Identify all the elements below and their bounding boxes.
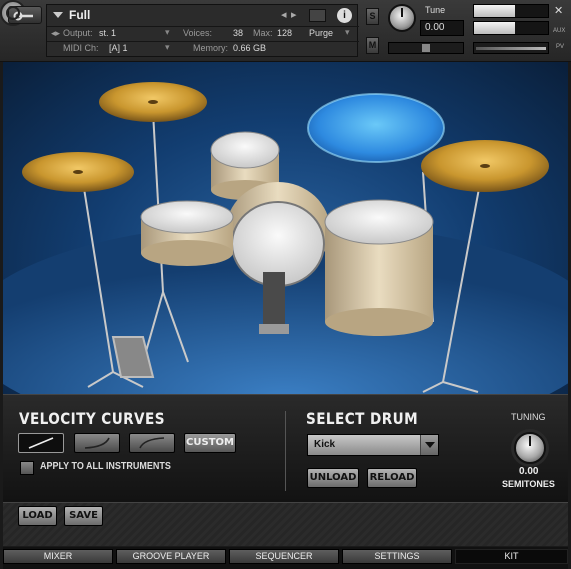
meter-left [473, 4, 549, 18]
tab-bar: MIXER GROOVE PLAYER SEQUENCER SETTINGS K… [3, 547, 568, 569]
volume-meters [473, 4, 549, 38]
instrument-header: Full ◂ ▸ i ◂▸ Output: st. 1 ▾ Voices: 38… [0, 0, 571, 62]
snapshot-camera-icon[interactable] [309, 9, 326, 22]
purge-dropdown-icon[interactable]: ▾ [345, 27, 350, 38]
drum-snare[interactable] [140, 200, 234, 266]
drum-select-dropdown[interactable]: Kick [307, 434, 439, 456]
pan-handle[interactable] [422, 44, 430, 52]
memory-value: 0.66 GB [233, 43, 267, 53]
tuning-knob[interactable] [514, 432, 546, 464]
instrument-name[interactable]: Full [69, 8, 90, 22]
custom-curve-button[interactable]: CUSTOM [184, 433, 236, 453]
curve-soft-button[interactable] [74, 433, 120, 453]
tab-sequencer[interactable]: SEQUENCER [229, 549, 339, 564]
info-icon[interactable]: i [337, 8, 352, 23]
cymbal-crash-highlighted[interactable] [307, 93, 445, 163]
chevron-down-icon[interactable] [420, 435, 438, 455]
output-dropdown-icon[interactable]: ▾ [165, 27, 170, 38]
cymbal-hihat[interactable] [22, 152, 134, 192]
apply-all-checkbox[interactable] [20, 461, 34, 475]
tuning-label: TUNING [511, 412, 546, 422]
output-arrow-icon: ◂▸ [51, 28, 61, 38]
panel-divider [285, 411, 286, 491]
drum-kit-image[interactable] [3, 62, 568, 394]
save-button[interactable]: SAVE [64, 506, 103, 526]
tune-value[interactable]: 0.00 [420, 20, 464, 36]
drum-select-value: Kick [314, 439, 336, 450]
max-voices-label: Max: [253, 28, 273, 38]
voices-label: Voices: [183, 28, 213, 38]
midi-channel-label: MIDI Ch: [63, 43, 99, 53]
drum-kit-illustration [3, 82, 568, 394]
solo-button[interactable]: S [366, 8, 379, 25]
voices-value: 38 [233, 28, 244, 38]
instrument-info-panel: Full ◂ ▸ i ◂▸ Output: st. 1 ▾ Voices: 38… [46, 4, 359, 57]
volume-slider[interactable] [473, 42, 549, 54]
preset-bar: LOAD SAVE [3, 502, 568, 546]
prev-instrument-icon[interactable]: ◂ [281, 8, 287, 21]
close-icon[interactable]: ✕ [554, 4, 563, 17]
midi-channel-value[interactable]: [A] 1 [109, 43, 128, 53]
tab-groove-player[interactable]: GROOVE PLAYER [116, 549, 226, 564]
cymbal-crash-left[interactable] [99, 82, 207, 122]
load-button[interactable]: LOAD [18, 506, 57, 526]
tab-kit[interactable]: KIT [455, 549, 568, 564]
mute-button[interactable]: M [366, 37, 379, 54]
tab-settings[interactable]: SETTINGS [342, 549, 452, 564]
soft-curve-icon [84, 437, 110, 449]
linear-curve-icon [28, 437, 54, 449]
memory-label: Memory: [193, 43, 229, 53]
apply-all-label: APPLY TO ALL INSTRUMENTS [40, 461, 171, 472]
pan-slider[interactable] [388, 42, 464, 54]
drum-floor-tom[interactable] [324, 199, 434, 336]
meter-right [473, 21, 549, 35]
max-voices-value[interactable]: 128 [277, 28, 292, 38]
output-value[interactable]: st. 1 [99, 28, 116, 38]
next-instrument-icon[interactable]: ▸ [291, 8, 297, 21]
midi-dropdown-icon[interactable]: ▾ [165, 42, 170, 53]
output-label: Output: [63, 28, 93, 38]
curve-hard-button[interactable] [129, 433, 175, 453]
divider [47, 26, 359, 27]
hard-curve-icon [139, 437, 165, 449]
purge-menu[interactable]: Purge [309, 28, 333, 38]
reload-button[interactable]: RELOAD [367, 468, 417, 488]
cymbal-ride[interactable] [421, 140, 549, 192]
collapse-triangle-icon[interactable] [53, 10, 63, 20]
tuning-value: 0.00 [519, 466, 539, 477]
semitones-label: SEMITONES [502, 479, 555, 489]
pv-label[interactable]: PV [556, 44, 564, 50]
divider [47, 41, 359, 42]
tune-label: Tune [425, 5, 446, 15]
velocity-curves-title: VELOCITY CURVES [19, 409, 165, 428]
aux-label[interactable]: AUX [553, 28, 565, 34]
tune-knob[interactable] [388, 4, 416, 32]
tab-mixer[interactable]: MIXER [3, 549, 113, 564]
curve-linear-button[interactable] [18, 433, 64, 453]
kit-control-panel: VELOCITY CURVES CUSTOM APPLY TO ALL INST… [3, 394, 568, 502]
select-drum-title: SELECT DRUM [306, 409, 419, 428]
unload-button[interactable]: UNLOAD [307, 468, 359, 488]
